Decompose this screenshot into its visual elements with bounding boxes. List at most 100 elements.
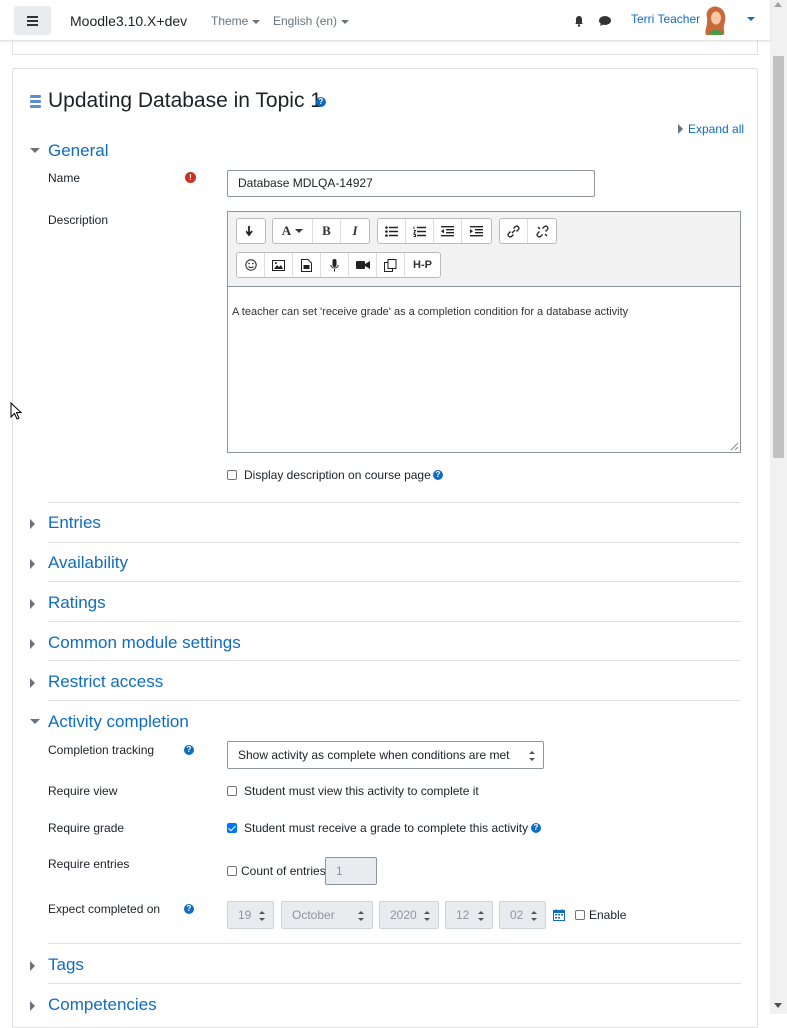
chat-icon[interactable] bbox=[598, 15, 612, 27]
description-label: Description bbox=[48, 213, 109, 227]
italic-button[interactable]: I bbox=[341, 219, 369, 243]
record-video-button[interactable] bbox=[349, 253, 377, 277]
scroll-up-icon[interactable] bbox=[774, 2, 782, 7]
scrollbar-thumb[interactable] bbox=[773, 56, 784, 458]
image-icon bbox=[272, 259, 285, 271]
media-button[interactable] bbox=[293, 253, 321, 277]
chevron-down-icon bbox=[341, 19, 350, 24]
expand-all-link[interactable]: Expand all bbox=[678, 122, 744, 136]
section-completion-label: Activity completion bbox=[48, 712, 189, 731]
language-menu[interactable]: English (en) bbox=[273, 14, 350, 28]
chevron-right-icon bbox=[678, 124, 683, 134]
image-button[interactable] bbox=[265, 253, 293, 277]
italic-icon: I bbox=[352, 223, 358, 238]
require-entries-label: Require entries bbox=[48, 857, 130, 871]
description-editor: A B I H-P A teacher can set 'receive gra… bbox=[227, 211, 741, 453]
display-description-checkbox[interactable] bbox=[227, 470, 237, 480]
bold-button[interactable]: B bbox=[313, 219, 341, 243]
help-icon[interactable]: ? bbox=[184, 745, 194, 755]
unlink-button[interactable] bbox=[528, 219, 556, 243]
help-icon[interactable]: ? bbox=[433, 470, 443, 480]
user-name[interactable]: Terri Teacher bbox=[631, 12, 700, 26]
site-brand[interactable]: Moodle3.10.X+dev bbox=[70, 13, 187, 29]
section-ratings-label: Ratings bbox=[48, 593, 106, 612]
paragraph-style-button[interactable]: A bbox=[273, 219, 313, 243]
outdent-icon bbox=[441, 225, 454, 236]
bold-icon: B bbox=[322, 223, 331, 238]
chevron-right-icon bbox=[30, 961, 35, 971]
mouse-cursor-icon bbox=[10, 402, 22, 420]
language-menu-label: English (en) bbox=[273, 14, 338, 28]
indent-button[interactable] bbox=[462, 219, 490, 243]
files-icon bbox=[384, 258, 397, 272]
expect-day-value: 19 bbox=[238, 908, 252, 922]
numbered-list-icon bbox=[413, 226, 426, 237]
completion-tracking-select[interactable]: Show activity as complete when condition… bbox=[227, 741, 544, 769]
show-more-buttons-button[interactable] bbox=[237, 219, 265, 243]
chevron-right-icon bbox=[30, 599, 35, 609]
drawer-toggle-button[interactable] bbox=[14, 6, 51, 35]
section-entries-label: Entries bbox=[48, 513, 101, 532]
user-avatar[interactable] bbox=[701, 5, 729, 35]
expect-month-value: October bbox=[292, 908, 335, 922]
help-icon[interactable]: ? bbox=[531, 823, 541, 833]
resize-handle-icon[interactable] bbox=[730, 442, 739, 451]
require-grade-checkbox[interactable] bbox=[227, 823, 237, 833]
require-view-checkbox[interactable] bbox=[227, 786, 237, 796]
editor-toolbar: A B I H-P bbox=[228, 212, 740, 287]
expect-minute-select[interactable]: 02 bbox=[499, 901, 546, 929]
chevron-right-icon bbox=[30, 559, 35, 569]
toolbar-group-links bbox=[499, 218, 557, 244]
help-icon[interactable]: ? bbox=[316, 97, 326, 107]
divider bbox=[48, 502, 741, 503]
chevron-down-icon[interactable] bbox=[747, 17, 755, 21]
media-icon bbox=[301, 258, 312, 272]
chevron-down-icon bbox=[252, 19, 261, 24]
expect-year-select[interactable]: 2020 bbox=[379, 901, 439, 929]
count-entries-checkbox[interactable] bbox=[227, 866, 237, 876]
bell-icon[interactable] bbox=[573, 15, 585, 27]
divider bbox=[48, 542, 741, 543]
h5p-button[interactable]: H-P bbox=[405, 253, 440, 277]
expect-hour-select[interactable]: 12 bbox=[445, 901, 493, 929]
expect-year-value: 2020 bbox=[390, 908, 417, 922]
theme-menu[interactable]: Theme bbox=[211, 14, 261, 28]
link-icon bbox=[507, 224, 520, 238]
divider bbox=[48, 943, 741, 944]
help-icon[interactable]: ? bbox=[184, 904, 194, 914]
calendar-icon[interactable] bbox=[553, 909, 565, 921]
divider bbox=[48, 581, 741, 582]
ordered-list-button[interactable] bbox=[406, 219, 434, 243]
scroll-down-icon[interactable] bbox=[774, 1003, 782, 1008]
count-entries-text: Count of entries bbox=[241, 864, 326, 878]
select-arrows-icon bbox=[358, 911, 364, 921]
divider bbox=[48, 700, 741, 701]
microphone-icon bbox=[330, 258, 339, 271]
expect-day-select[interactable]: 19 bbox=[227, 901, 274, 929]
name-input[interactable]: Database MDLQA-14927 bbox=[227, 170, 595, 197]
select-arrows-icon bbox=[531, 911, 537, 921]
emoticon-button[interactable] bbox=[237, 253, 265, 277]
bullet-list-icon bbox=[385, 225, 398, 237]
expect-enable-checkbox[interactable] bbox=[575, 910, 585, 920]
video-camera-icon bbox=[355, 261, 370, 269]
outdent-button[interactable] bbox=[434, 219, 462, 243]
description-textarea[interactable]: A teacher can set 'receive grade' as a c… bbox=[232, 306, 732, 318]
unordered-list-button[interactable] bbox=[378, 219, 406, 243]
count-entries-input[interactable]: 1 bbox=[325, 857, 377, 885]
name-label: Name bbox=[48, 171, 81, 185]
manage-files-button[interactable] bbox=[377, 253, 405, 277]
required-icon: ! bbox=[185, 172, 196, 183]
page-scrollbar[interactable] bbox=[770, 0, 787, 1014]
select-arrows-icon bbox=[478, 911, 484, 921]
database-icon bbox=[30, 95, 41, 108]
select-arrows-icon bbox=[424, 911, 430, 921]
expect-month-select[interactable]: October bbox=[281, 901, 373, 929]
chevron-down-icon bbox=[30, 719, 40, 724]
expect-minute-value: 02 bbox=[510, 908, 524, 922]
link-button[interactable] bbox=[500, 219, 528, 243]
h5p-icon: H-P bbox=[413, 259, 432, 271]
expand-all-label: Expand all bbox=[688, 122, 745, 136]
section-restrict-label: Restrict access bbox=[48, 672, 164, 691]
record-audio-button[interactable] bbox=[321, 253, 349, 277]
